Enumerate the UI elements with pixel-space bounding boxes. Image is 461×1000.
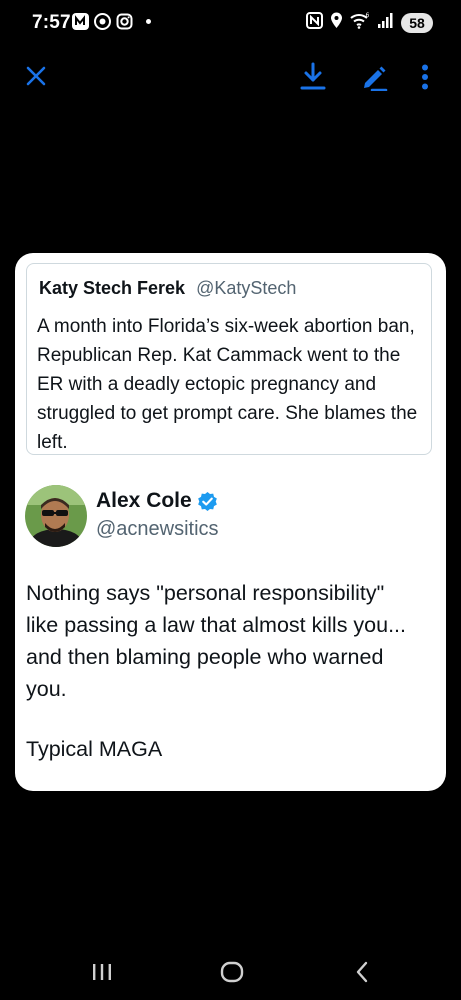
avatar[interactable]: [25, 485, 87, 547]
status-left-icons: [72, 13, 151, 30]
tweet-line: Nothing says "personal responsibility": [26, 581, 385, 605]
n-notification-icon: [72, 13, 89, 30]
tweet-text: Nothing says "personal responsibility" l…: [26, 577, 436, 705]
more-vert-icon: [422, 64, 428, 90]
chrome-icon: [94, 13, 111, 30]
more-options-button[interactable]: [410, 60, 440, 94]
home-icon: [220, 961, 244, 983]
status-time: 7:57: [32, 12, 71, 33]
instagram-icon: [116, 13, 133, 30]
tweet-line: like passing a law that almost kills you…: [26, 613, 406, 637]
navigation-bar: [0, 940, 461, 1000]
recents-icon: [93, 964, 111, 980]
nfc-icon: [306, 12, 323, 34]
more-notifications-dot: [146, 19, 151, 24]
svg-text:6: 6: [366, 12, 370, 19]
download-button[interactable]: [296, 58, 330, 94]
edit-icon: [364, 66, 388, 91]
battery-indicator: 58: [401, 13, 433, 33]
tweet-card: Katy Stech Ferek @KatyStech A month into…: [15, 253, 446, 791]
quoted-author-name: Katy Stech Ferek: [39, 278, 186, 298]
verified-badge-icon: [197, 491, 217, 511]
back-icon: [356, 961, 368, 983]
close-button[interactable]: [20, 60, 52, 92]
tweet-line: you.: [26, 677, 67, 701]
author-handle: @acnewsitics: [96, 518, 219, 540]
download-icon: [300, 62, 326, 90]
status-bar: 7:57 6 58: [0, 0, 461, 46]
edit-button[interactable]: [357, 60, 391, 94]
location-icon: [330, 12, 343, 34]
author-name: Alex Cole: [96, 489, 192, 512]
tweet-closing-line: Typical MAGA: [26, 737, 163, 761]
back-button[interactable]: [342, 958, 382, 986]
author-name-line: Alex Cole: [96, 489, 218, 513]
quoted-tweet-text: A month into Florida’s six-week abortion…: [37, 316, 418, 453]
recents-button[interactable]: [82, 958, 122, 986]
quoted-tweet[interactable]: Katy Stech Ferek @KatyStech A month into…: [26, 263, 432, 455]
quoted-tweet-header: Katy Stech Ferek @KatyStech: [39, 278, 296, 299]
wifi-6-icon: 6: [350, 12, 370, 34]
tweet-line: and then blaming people who warned: [26, 645, 384, 669]
quoted-author-handle: @KatyStech: [196, 278, 297, 298]
status-right-icons: 6 58: [306, 12, 433, 34]
signal-icon: [377, 12, 394, 34]
author-row: Alex Cole @acnewsitics: [25, 485, 425, 547]
home-button[interactable]: [212, 958, 252, 986]
close-icon: [26, 66, 46, 86]
